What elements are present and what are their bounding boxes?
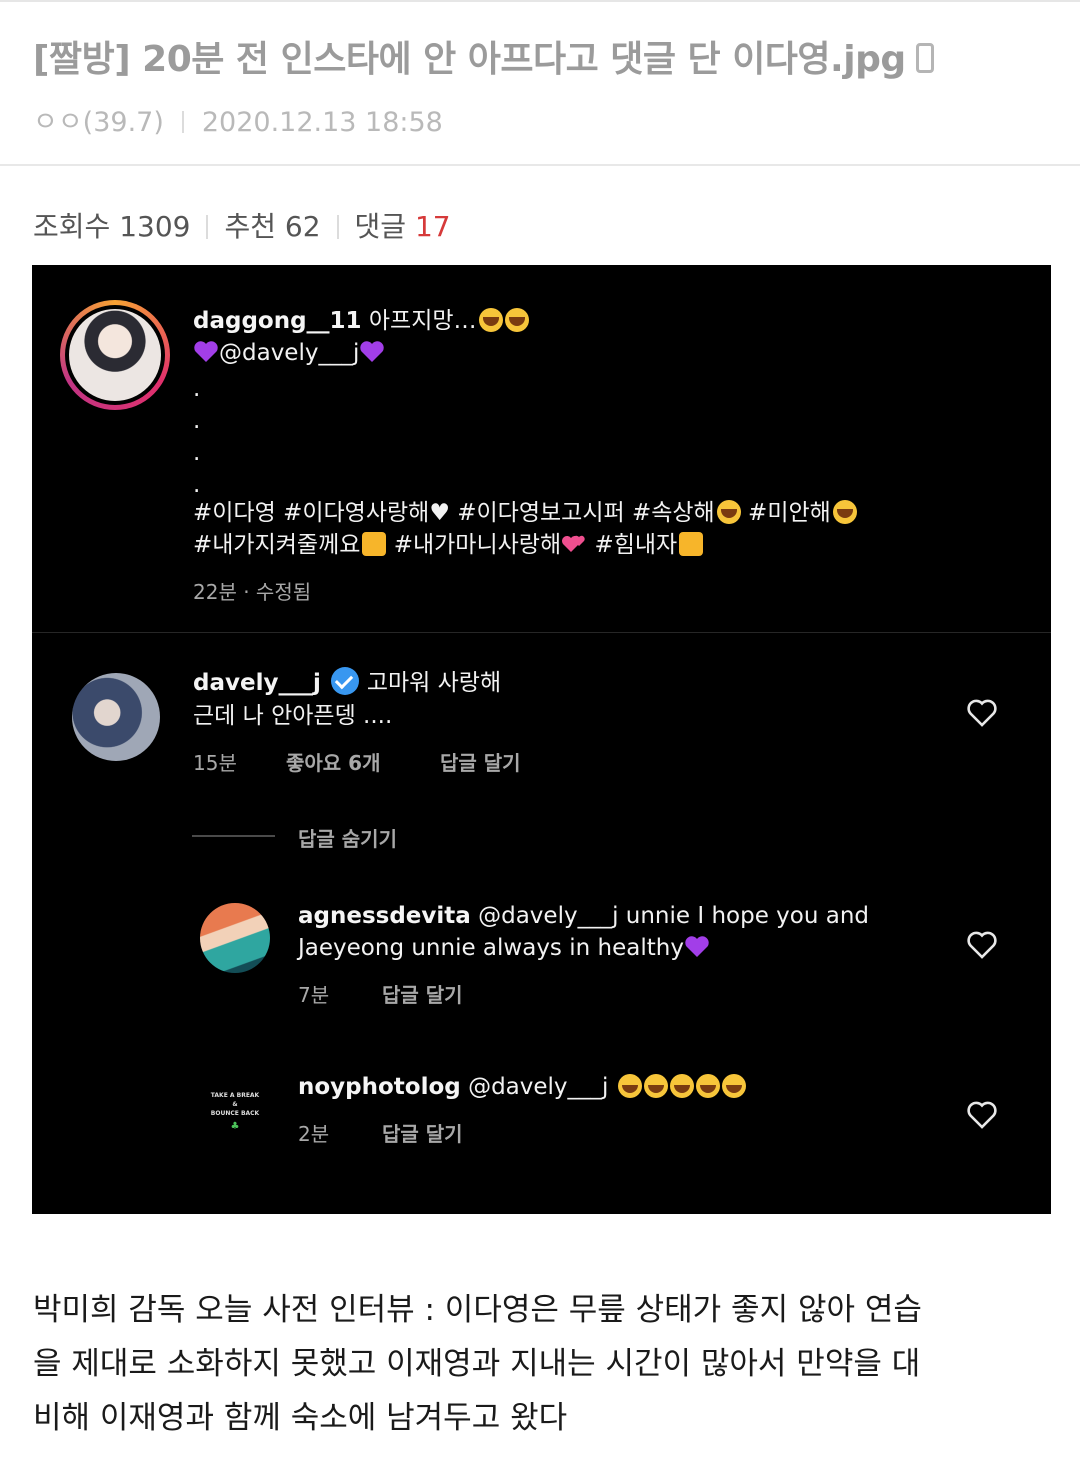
reply2-text: @davely___j (468, 1074, 609, 1100)
recommend-label: 추천 (224, 210, 276, 243)
reply2-username[interactable]: noyphotolog (298, 1074, 461, 1100)
agnessdevita-avatar[interactable] (200, 903, 270, 973)
reply1-time: 7분 (298, 983, 330, 1007)
reply1-text-line1: @davely___j unnie I hope you and (478, 903, 869, 929)
recommend-count: 62 (284, 210, 321, 243)
views-label: 조회수 (33, 210, 111, 243)
crying-emoji-icon (716, 500, 741, 524)
laughing-emoji-icon (695, 1074, 720, 1098)
reply2-reply-button[interactable]: 답글 달기 (382, 1118, 463, 1147)
purple-heart-icon (194, 341, 218, 362)
purple-heart-icon (360, 341, 385, 362)
post-title: [짤방] 20분 전 인스타에 안 아프다고 댓글 단 이다영.jpg (33, 30, 934, 82)
hashtag[interactable]: #내가마니사랑해 (394, 532, 561, 558)
reply1-line1: agnessdevita @davely___j unnie I hope yo… (298, 900, 869, 932)
hide-replies-button[interactable]: 답글 숨기기 (298, 823, 397, 852)
dot-line: . (193, 440, 201, 466)
noyphotolog-avatar[interactable]: TAKE A BREAK & BOUNCE BACK ♣ (200, 1075, 270, 1145)
flexed-biceps-icon (362, 532, 387, 556)
header-divider (0, 164, 1080, 166)
comment1-line1: davely___j 고마워 사랑해 (193, 667, 501, 699)
main-post-mention-line: @davely___j (193, 337, 385, 369)
meta-separator (181, 111, 184, 133)
reply1-username[interactable]: agnessdevita (298, 903, 471, 929)
hide-replies-line (192, 835, 275, 837)
comment1-text-line2: 근데 나 안아픈뎅 .... (193, 703, 393, 729)
crying-emoji-icon (504, 308, 529, 332)
crying-emoji-icon (832, 500, 857, 524)
main-post-line1: daggong__11 아프지망… (193, 305, 529, 337)
post-body-text: 박미희 감독 오늘 사전 인터뷰 : 이다영은 무릎 상태가 좋지 않아 연습 … (33, 1283, 1048, 1445)
stats-separator (336, 215, 339, 239)
body-line: 비해 이재영과 함께 숙소에 남겨두고 왔다 (33, 1400, 568, 1436)
reply1-line2: Jaeyeong unnie always in healthy (298, 932, 710, 964)
hashtag[interactable]: #이다영보고시퍼 (457, 500, 624, 526)
daggong-avatar (60, 300, 170, 410)
post-meta: ㅇㅇ(39.7) 2020.12.13 18:58 (33, 100, 443, 139)
laughing-emoji-icon (669, 1074, 694, 1098)
comment1-likes[interactable]: 좋아요 6개 (286, 747, 380, 776)
post-comments-divider (32, 632, 1051, 633)
post-datetime: 2020.12.13 18:58 (201, 107, 443, 138)
laughing-emoji-icon (721, 1074, 746, 1098)
views-count: 1309 (119, 210, 191, 243)
post-stats: 조회수 1309 추천 62 댓글 17 (33, 205, 451, 245)
verified-badge-icon (330, 667, 359, 695)
hashtag[interactable]: #미안해 (748, 500, 831, 526)
main-post-mention: @davely___j (219, 340, 360, 366)
stats-separator (206, 215, 209, 239)
leaf-icon: ♣ (230, 1121, 240, 1132)
laughing-emoji-icon (643, 1074, 668, 1098)
reply1-text-line2: Jaeyeong unnie always in healthy (298, 935, 684, 961)
heart-like-icon[interactable] (966, 1100, 998, 1130)
purple-heart-icon (685, 936, 709, 957)
comments-count[interactable]: 17 (415, 210, 451, 243)
laughing-emoji-icon (617, 1074, 642, 1098)
crying-emoji-icon (478, 308, 503, 332)
heart-like-icon[interactable] (966, 930, 998, 960)
hashtag[interactable]: #힘내자 (594, 532, 677, 558)
body-line: 박미희 감독 오늘 사전 인터뷰 : 이다영은 무릎 상태가 좋지 않아 연습 (33, 1292, 922, 1328)
hashtag[interactable]: #속상해 (632, 500, 715, 526)
top-border (0, 0, 1080, 2)
instagram-screenshot: daggong__11 아프지망… @davely___j . . . . #이… (32, 265, 1051, 1214)
author-name[interactable]: ㅇㅇ(39.7) (33, 107, 164, 138)
two-hearts-icon (562, 535, 585, 552)
main-post-time: 22분 · 수정됨 (193, 580, 312, 604)
davely-avatar[interactable] (72, 673, 160, 761)
comment1-text-line1: 고마워 사랑해 (366, 670, 502, 696)
dot-line: . (193, 376, 201, 402)
reply1-reply-button[interactable]: 답글 달기 (382, 979, 463, 1008)
avatar-text: & (232, 1101, 238, 1108)
flexed-biceps-icon (679, 532, 704, 556)
reply2-time: 2분 (298, 1122, 330, 1146)
heart-like-icon[interactable] (966, 698, 998, 728)
reply2-line1: noyphotolog @davely___j (298, 1071, 746, 1103)
avatar-text: TAKE A BREAK (210, 1092, 260, 1099)
hashtag-line-1: #이다영 #이다영사랑해♥ #이다영보고시퍼 #속상해 #미안해 (193, 497, 857, 529)
hashtag-line-2: #내가지켜줄께요 #내가마니사랑해 #힘내자 (193, 529, 704, 561)
hashtag[interactable]: #내가지켜줄께요 (193, 532, 360, 558)
comment1-reply-button[interactable]: 답글 달기 (440, 747, 521, 776)
hashtag[interactable]: #이다영사랑해 (283, 500, 429, 526)
main-post-caption: 아프지망… (368, 308, 477, 334)
white-heart-icon: ♥ (429, 500, 450, 526)
dot-line: . (193, 408, 201, 434)
comment1-time: 15분 (193, 751, 237, 775)
mobile-icon (915, 43, 934, 73)
post-title-text: [짤방] 20분 전 인스타에 안 아프다고 댓글 단 이다영.jpg (33, 39, 906, 80)
comment1-username[interactable]: davely___j (193, 670, 321, 696)
body-line: 을 제대로 소화하지 못했고 이재영과 지내는 시간이 많아서 만약을 대 (33, 1346, 921, 1382)
avatar-text: BOUNCE BACK (210, 1110, 260, 1117)
hashtag[interactable]: #이다영 (193, 500, 276, 526)
main-post-dots: . . . . (193, 373, 200, 501)
comments-label[interactable]: 댓글 (355, 210, 407, 243)
main-post-username: daggong__11 (193, 308, 362, 334)
